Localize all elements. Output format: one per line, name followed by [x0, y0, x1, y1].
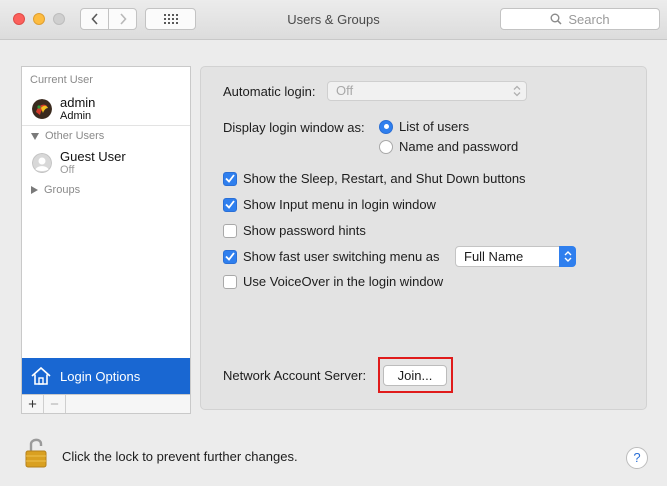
checkmark-icon — [225, 252, 235, 261]
radio-label: List of users — [399, 119, 470, 134]
radio-name-and-password[interactable]: Name and password — [379, 139, 518, 154]
checkbox[interactable] — [223, 171, 237, 186]
updown-arrows-icon — [564, 251, 571, 262]
house-icon — [31, 366, 51, 385]
search-field[interactable]: Search — [500, 8, 660, 30]
guest-user-status: Off — [60, 164, 75, 176]
other-users-label: Other Users — [45, 130, 105, 142]
guest-avatar-icon — [32, 153, 52, 173]
checkbox-input-menu[interactable]: Show Input menu in login window — [223, 197, 436, 212]
disclosure-down-icon — [31, 132, 39, 140]
search-icon — [550, 13, 562, 25]
checkbox-label: Show the Sleep, Restart, and Shut Down b… — [243, 171, 526, 186]
checkbox-label: Use VoiceOver in the login window — [243, 274, 444, 289]
user-name: admin — [60, 95, 96, 110]
login-options-label: Login Options — [60, 368, 141, 384]
checkmark-icon — [225, 174, 235, 183]
checkbox-sleep-restart-shutdown[interactable]: Show the Sleep, Restart, and Shut Down b… — [223, 171, 526, 186]
lock-icon[interactable] — [25, 436, 47, 468]
checkbox-label: Show Input menu in login window — [243, 197, 436, 212]
radio-button[interactable] — [379, 139, 393, 154]
checkbox-label: Show fast user switching menu as — [243, 249, 440, 264]
other-users-header[interactable]: Other Users — [31, 130, 104, 142]
current-user-header: Current User — [30, 74, 93, 86]
title-bar: Users & Groups Search — [0, 0, 667, 40]
checkbox-voiceover[interactable]: Use VoiceOver in the login window — [223, 274, 443, 289]
automatic-login-value: Off — [336, 83, 354, 98]
sidebar-toolbar: + − — [21, 394, 191, 414]
checkbox[interactable] — [223, 223, 237, 238]
lock-message: Click the lock to prevent further change… — [62, 449, 298, 464]
checkbox[interactable] — [223, 197, 237, 212]
radio-button[interactable] — [379, 119, 393, 134]
fast-switch-value: Full Name — [464, 249, 524, 264]
users-sidebar: Current User admin Admin Other Users Gue… — [21, 66, 191, 394]
fast-switch-style-popup[interactable]: Full Name — [455, 246, 576, 267]
login-options-item[interactable]: Login Options — [22, 358, 190, 394]
automatic-login-label: Automatic login: — [223, 84, 316, 99]
checkmark-icon — [225, 200, 235, 209]
divider — [22, 125, 190, 126]
avatar — [32, 99, 52, 119]
user-role: Admin — [60, 110, 92, 122]
checkbox[interactable] — [223, 274, 237, 289]
display-login-label: Display login window as: — [223, 120, 365, 135]
checkbox-fast-user-switching[interactable]: Show fast user switching menu as — [223, 249, 440, 264]
groups-header[interactable]: Groups — [31, 184, 80, 196]
remove-user-button[interactable]: − — [44, 395, 66, 413]
radio-label: Name and password — [399, 139, 519, 154]
user-item-admin[interactable]: admin Admin — [32, 96, 95, 122]
disclosure-right-icon — [31, 186, 38, 194]
checkbox-label: Show password hints — [243, 223, 366, 238]
join-button[interactable]: Join... — [383, 365, 447, 386]
automatic-login-popup[interactable]: Off — [327, 81, 527, 101]
guest-user-name: Guest User — [60, 149, 126, 164]
checkbox-password-hints[interactable]: Show password hints — [223, 223, 366, 238]
search-placeholder: Search — [568, 11, 610, 27]
user-item-guest[interactable]: Guest User Off — [32, 150, 126, 176]
updown-arrows-icon — [513, 85, 521, 97]
add-user-button[interactable]: + — [22, 395, 44, 413]
help-button[interactable]: ? — [626, 447, 648, 469]
popup-stepper[interactable] — [559, 246, 576, 267]
groups-label: Groups — [44, 184, 81, 196]
network-server-label: Network Account Server: — [223, 368, 367, 383]
checkbox[interactable] — [223, 249, 237, 264]
radio-list-of-users[interactable]: List of users — [379, 119, 469, 134]
